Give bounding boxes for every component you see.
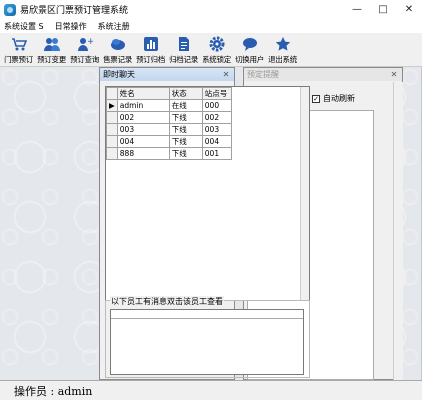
toolbar: 门票预订 预订变更 + 预订查询 售票记录 预订归档 归档记录 系统锁定 切换用… <box>0 33 422 67</box>
col-header-site[interactable]: 站点号 <box>201 87 232 100</box>
tool-switch-user[interactable]: 切换用户 <box>233 33 266 67</box>
table-row[interactable]: 888 下线 001 <box>106 147 232 160</box>
close-button[interactable]: ✕ <box>396 0 422 19</box>
message-list[interactable] <box>110 309 304 375</box>
tool-booking-query[interactable]: + 预订查询 <box>68 33 101 67</box>
col-header-status[interactable]: 状态 <box>168 87 203 100</box>
menu-system-register[interactable]: 系统注册 <box>98 21 130 32</box>
col-header-name[interactable]: 姓名 <box>116 87 170 100</box>
message-group: 以下员工有消息双击该员工查看 <box>105 296 310 378</box>
tool-booking-archive[interactable]: 预订归档 <box>134 33 167 67</box>
reminder-scrollbar[interactable] <box>393 82 403 380</box>
users-icon <box>43 38 60 51</box>
title-bar: 易欣景区门票预订管理系统 — □ ✕ <box>0 0 422 19</box>
tool-sales-record[interactable]: 售票记录 <box>101 33 134 67</box>
status-bar: 操作员 : admin <box>0 380 422 400</box>
table-row[interactable]: ▶ admin 在线 000 <box>106 99 232 112</box>
reminder-window-titlebar[interactable]: 预定提醒 ✕ <box>244 68 402 81</box>
user-grid[interactable]: 姓名 状态 站点号 ▶ admin 在线 000 002 下线 002 003 … <box>105 86 310 301</box>
table-row[interactable]: 002 下线 002 <box>106 111 232 124</box>
reminder-window-title: 预定提醒 <box>247 70 279 79</box>
cart-icon <box>11 38 27 51</box>
app-icon <box>4 3 16 16</box>
table-row[interactable]: 003 下线 003 <box>106 123 232 136</box>
row-pointer-icon: ▶ <box>106 99 118 112</box>
grid-scrollbar[interactable] <box>300 87 309 300</box>
svg-text:+: + <box>87 37 93 47</box>
tool-system-lock[interactable]: 系统锁定 <box>200 33 233 67</box>
chat-window-close-icon[interactable]: ✕ <box>220 70 232 80</box>
tool-booking-change[interactable]: 预订变更 <box>35 33 68 67</box>
auto-refresh-label: 自动刷新 <box>323 94 355 103</box>
minimize-button[interactable]: — <box>344 0 370 19</box>
tool-exit-system[interactable]: 退出系统 <box>266 33 299 67</box>
auto-refresh-checkbox[interactable]: ✓ <box>312 94 320 103</box>
document-icon <box>178 37 189 51</box>
star-icon <box>275 37 290 51</box>
search-user-icon: + <box>77 37 93 51</box>
cloud-icon <box>110 39 125 50</box>
gear-icon <box>209 36 224 52</box>
chart-icon <box>143 37 158 51</box>
menu-system-settings[interactable]: 系统设置 S <box>4 21 44 32</box>
table-row[interactable]: 004 下线 004 <box>106 135 232 148</box>
tool-ticket-booking[interactable]: 门票预订 <box>2 33 35 67</box>
chat-window-title: 即时聊天 <box>103 70 135 79</box>
operator-status: 操作员 : admin <box>14 384 93 398</box>
menu-bar: 系统设置 S 日常操作 系统注册 <box>0 19 422 33</box>
window-title: 易欣景区门票预订管理系统 <box>20 6 129 16</box>
tool-archive-record[interactable]: 归档记录 <box>167 33 200 67</box>
menu-daily-operations[interactable]: 日常操作 <box>55 21 87 32</box>
chat-window-titlebar[interactable]: 即时聊天 ✕ <box>100 68 234 81</box>
chat-icon <box>242 38 257 51</box>
reminder-window-close-icon[interactable]: ✕ <box>388 70 400 80</box>
maximize-button[interactable]: □ <box>370 0 396 19</box>
